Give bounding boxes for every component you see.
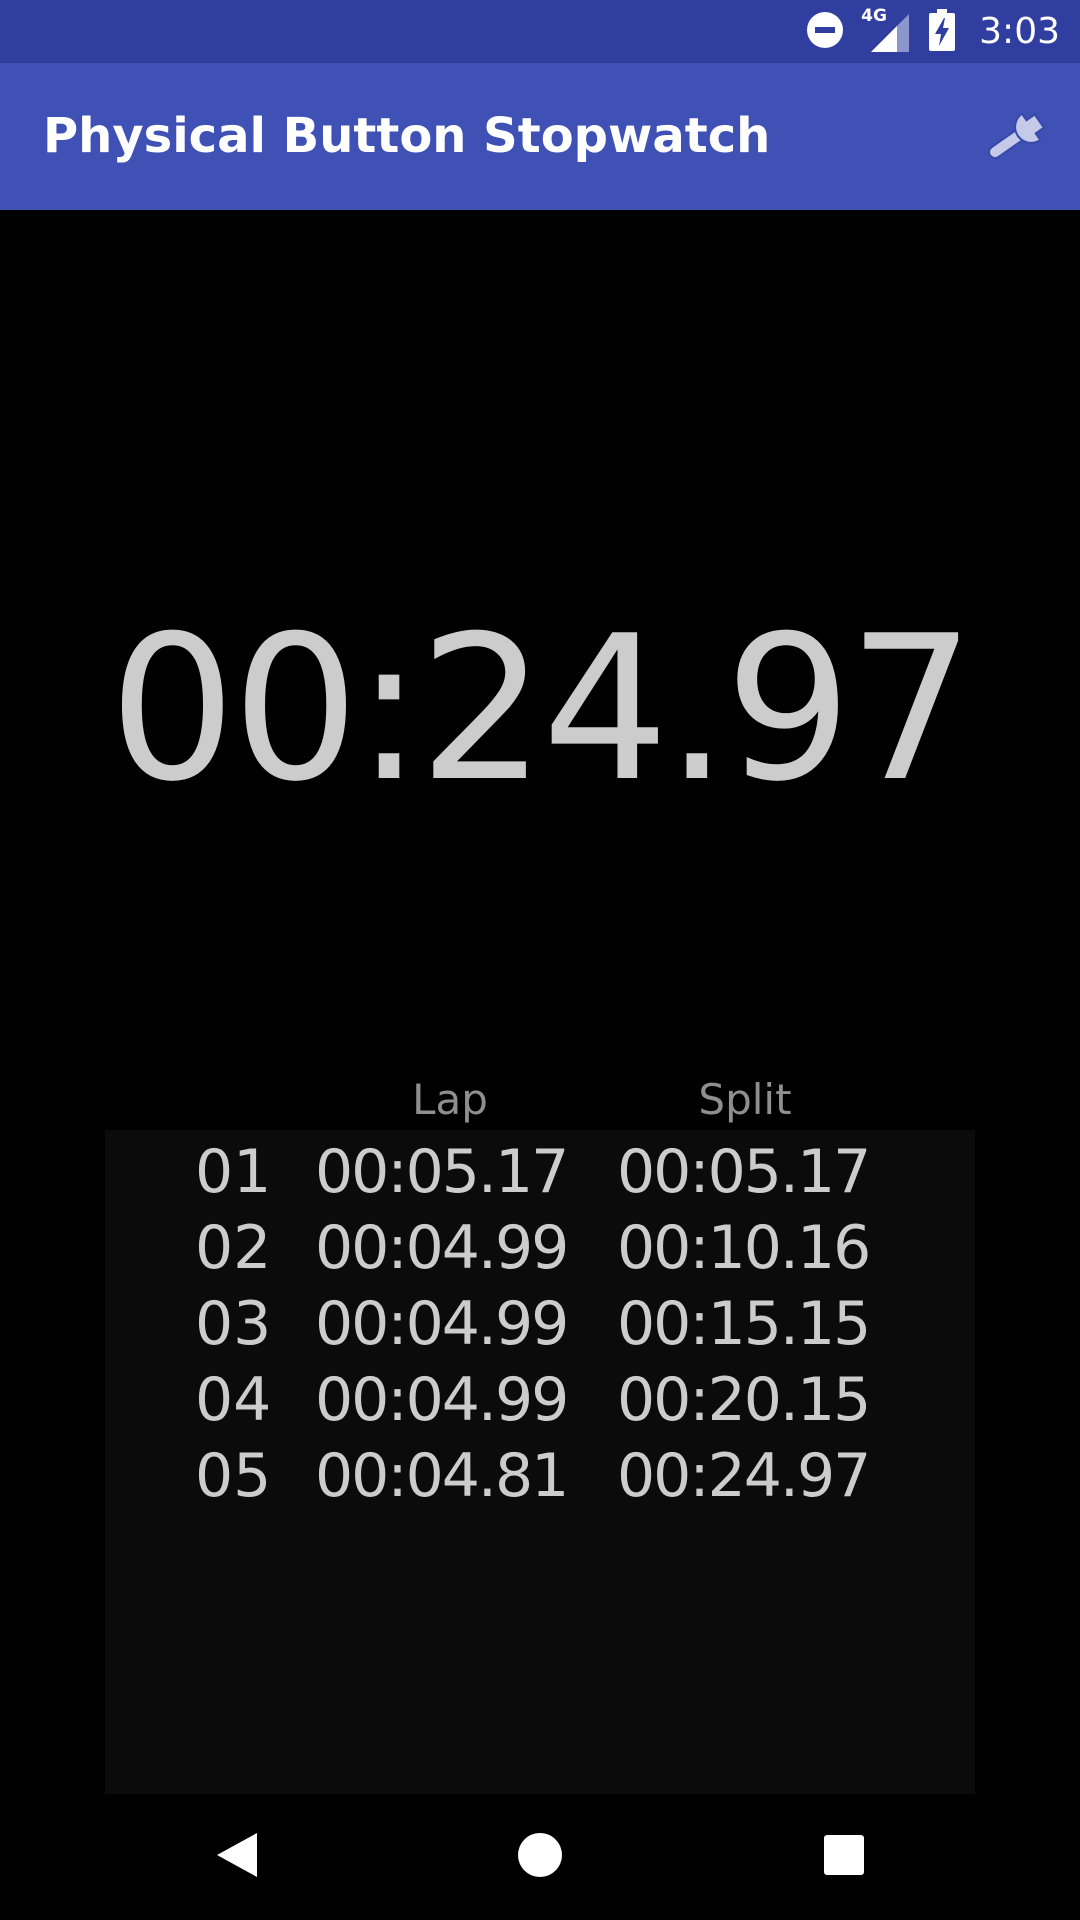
- app-bar: Physical Button Stopwatch: [0, 63, 1080, 210]
- lap-time: 00:04.81: [315, 1441, 569, 1511]
- recents-icon: [823, 1834, 865, 1880]
- split-time: 00:15.15: [617, 1289, 871, 1359]
- split-column-header: Split: [698, 1075, 792, 1124]
- status-time: 3:03: [979, 11, 1060, 52]
- status-bar: 4G 3:03: [0, 0, 1080, 63]
- status-icons: 4G 3:03: [805, 0, 1060, 63]
- split-time: 00:05.17: [617, 1137, 871, 1207]
- settings-button[interactable]: [976, 96, 1060, 180]
- recents-button[interactable]: [804, 1817, 884, 1897]
- elapsed-time-display[interactable]: 00:24.97: [0, 590, 1080, 830]
- lap-number: 01: [195, 1137, 272, 1207]
- lap-row: 04 00:04.99 00:20.15: [105, 1362, 975, 1438]
- lap-row: 05 00:04.81 00:24.97: [105, 1438, 975, 1514]
- network-type-label: 4G: [861, 5, 887, 26]
- lap-row: 03 00:04.99 00:15.15: [105, 1286, 975, 1362]
- split-time: 00:20.15: [617, 1365, 871, 1435]
- lap-time: 00:04.99: [315, 1213, 569, 1283]
- lap-number: 04: [195, 1365, 272, 1435]
- lap-time: 00:04.99: [315, 1365, 569, 1435]
- lap-number: 02: [195, 1213, 272, 1283]
- lap-number: 05: [195, 1441, 272, 1511]
- split-time: 00:24.97: [617, 1441, 871, 1511]
- lap-row: 02 00:04.99 00:10.16: [105, 1210, 975, 1286]
- lap-row: 01 00:05.17 00:05.17: [105, 1134, 975, 1210]
- lap-column-header: Lap: [412, 1075, 488, 1124]
- back-icon: [215, 1831, 259, 1883]
- app-title: Physical Button Stopwatch: [43, 108, 771, 164]
- laps-list[interactable]: 01 00:05.17 00:05.17 02 00:04.99 00:10.1…: [105, 1130, 975, 1794]
- home-button[interactable]: [500, 1817, 580, 1897]
- lap-time: 00:04.99: [315, 1289, 569, 1359]
- signal-4g-icon: 4G: [861, 6, 911, 54]
- back-button[interactable]: [197, 1817, 277, 1897]
- battery-charging-icon: [929, 8, 956, 55]
- lap-time: 00:05.17: [315, 1137, 569, 1207]
- navigation-bar: [0, 1794, 1080, 1920]
- home-icon: [517, 1832, 563, 1882]
- split-time: 00:10.16: [617, 1213, 871, 1283]
- wrench-icon: [978, 106, 1058, 170]
- lap-number: 03: [195, 1289, 272, 1359]
- do-not-disturb-icon: [805, 10, 845, 54]
- stopwatch-screen: 4G 3:03 Physical Button Stopwatch 00:24.…: [0, 0, 1080, 1920]
